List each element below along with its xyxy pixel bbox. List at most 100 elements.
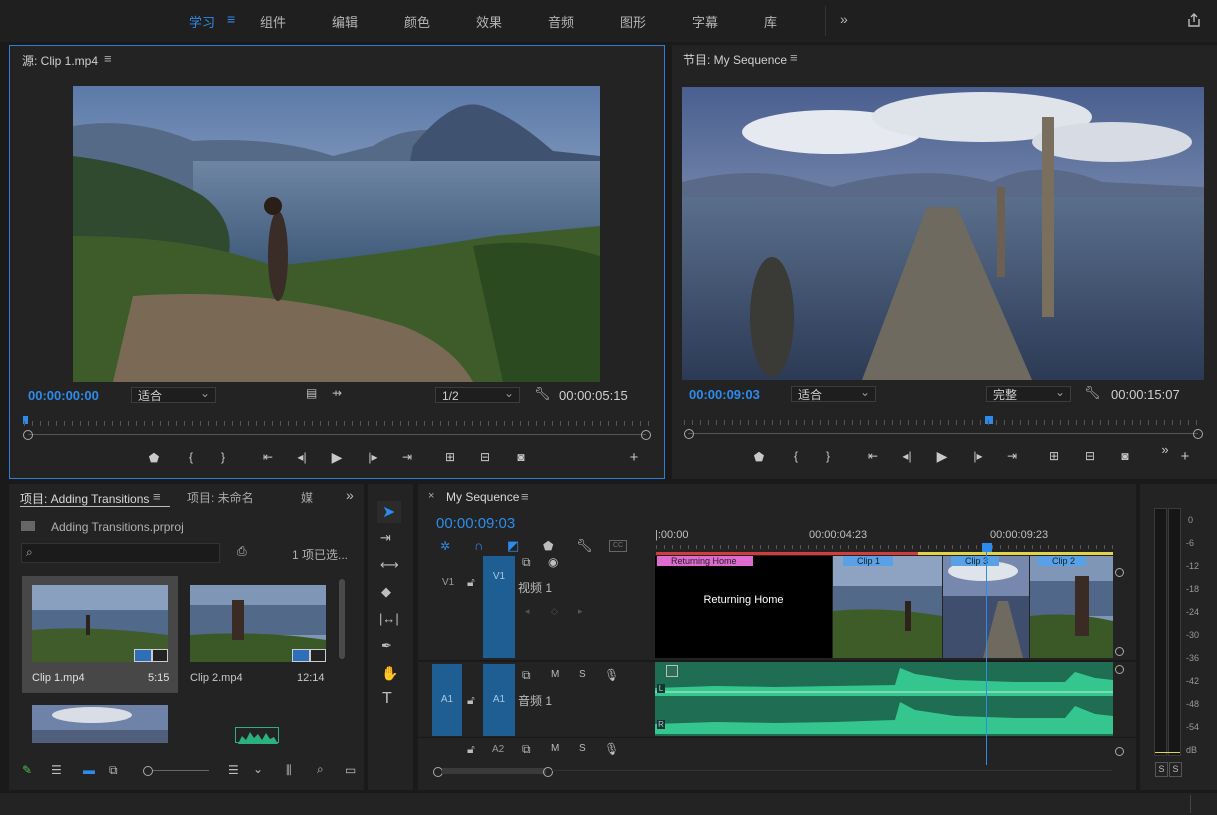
icon-view-icon[interactable]: ▬: [83, 763, 95, 777]
project-search-input[interactable]: ⌕: [21, 543, 220, 563]
wrench-icon[interactable]: 🔧︎: [576, 538, 593, 554]
add-marker-icon[interactable]: ⬟: [750, 450, 768, 464]
workspace-tab-editing[interactable]: 编辑: [332, 12, 358, 31]
scrollbar[interactable]: [339, 579, 345, 659]
slip-tool-icon[interactable]: |↔|: [379, 611, 399, 626]
add-button-icon[interactable]: +: [1176, 448, 1194, 465]
zoom-slider-handle[interactable]: [143, 766, 153, 776]
play-icon[interactable]: ▶: [328, 449, 346, 466]
vertical-zoom-handle[interactable]: [1115, 647, 1124, 656]
mark-in-icon[interactable]: {: [182, 450, 200, 464]
step-back-icon[interactable]: ◂|: [898, 449, 916, 463]
lock-icon[interactable]: 🔓︎: [467, 742, 475, 757]
track-v1-source-label[interactable]: V1: [442, 577, 454, 588]
timeline-zoom-bar[interactable]: [442, 768, 546, 774]
find-icon[interactable]: ⎙: [237, 544, 247, 559]
source-tab[interactable]: 源: Clip 1.mp4: [22, 52, 98, 69]
extract-icon[interactable]: ⊟: [1081, 449, 1099, 463]
freeform-view-icon[interactable]: ⧉: [109, 763, 118, 778]
audio-waveform-thumbnail[interactable]: [235, 727, 279, 744]
close-icon[interactable]: ×: [428, 490, 434, 502]
pencil-icon[interactable]: ✎: [22, 763, 32, 777]
workspace-tab-effects[interactable]: 效果: [476, 12, 502, 31]
panel-menu-icon[interactable]: ≡: [521, 489, 529, 504]
program-playhead-timecode[interactable]: 00:00:09:03: [689, 387, 760, 402]
program-zoom-bar[interactable]: [688, 433, 1198, 434]
panel-menu-icon[interactable]: ≡: [153, 489, 161, 504]
captions-icon[interactable]: CC: [609, 540, 627, 552]
zoom-handle-left[interactable]: [684, 429, 694, 439]
mark-in-icon[interactable]: {: [787, 449, 805, 463]
clip-returning-home[interactable]: Returning Home Returning Home: [655, 556, 832, 658]
wrench-icon[interactable]: 🔧︎: [1084, 385, 1101, 401]
add-marker-icon[interactable]: ⬟: [145, 451, 163, 465]
project-tab-unnamed[interactable]: 项目: 未命名: [187, 489, 254, 506]
zoom-slider[interactable]: [153, 770, 209, 771]
project-item-clip1[interactable]: Clip 1.mp4 5:15: [22, 576, 178, 693]
next-keyframe-icon[interactable]: ▸: [578, 606, 583, 617]
project-tab-active[interactable]: 项目: Adding Transitions: [20, 490, 149, 507]
zoom-handle-right[interactable]: [641, 430, 651, 440]
solo-button[interactable]: S: [579, 743, 586, 754]
workspace-tab-audio[interactable]: 音频: [548, 12, 574, 31]
track-a2-label[interactable]: A2: [492, 744, 504, 755]
workspace-tab-assembly[interactable]: 组件: [260, 12, 286, 31]
solo-button[interactable]: S: [579, 669, 586, 680]
vertical-zoom-handle[interactable]: [1115, 747, 1124, 756]
hamburger-icon[interactable]: ≡: [227, 11, 235, 27]
microphone-icon[interactable]: 🎙︎: [604, 742, 619, 756]
pen-tool-icon[interactable]: ✒: [381, 638, 392, 654]
clip-2[interactable]: Clip 2: [1030, 556, 1113, 658]
source-fit-dropdown[interactable]: 适合: [131, 385, 216, 403]
source-playhead-timecode[interactable]: 00:00:00:00: [28, 388, 99, 403]
camera-icon[interactable]: ◙: [512, 450, 530, 464]
timeline-ruler[interactable]: [656, 545, 1113, 549]
timeline-playhead-line[interactable]: [986, 550, 987, 765]
mute-button[interactable]: M: [551, 743, 559, 754]
wrench-icon[interactable]: 🔧︎: [534, 386, 551, 402]
sort-icon[interactable]: ☰: [228, 763, 239, 777]
workspace-tab-color[interactable]: 颜色: [404, 12, 430, 31]
insert-icon[interactable]: ⊞: [441, 450, 459, 464]
camera-icon[interactable]: ◙: [1116, 449, 1134, 463]
go-to-in-icon[interactable]: ⇤: [259, 450, 277, 464]
source-zoom-bar[interactable]: [28, 434, 646, 435]
track-select-tool-icon[interactable]: ⇥: [380, 530, 391, 546]
hand-tool-icon[interactable]: ✋: [381, 665, 398, 682]
play-icon[interactable]: ▶: [933, 448, 951, 465]
sync-lock-icon[interactable]: ⧉: [522, 555, 531, 570]
step-forward-icon[interactable]: |▸: [969, 449, 987, 463]
overwrite-icon[interactable]: ⊟: [476, 450, 494, 464]
share-icon[interactable]: [1186, 12, 1200, 27]
double-chevron-icon[interactable]: »: [1156, 442, 1174, 457]
source-resolution-dropdown[interactable]: 1/2: [435, 385, 520, 403]
sequence-tab[interactable]: My Sequence: [446, 490, 519, 504]
track-a1-target[interactable]: A1: [483, 664, 515, 736]
lock-icon[interactable]: 🔓︎: [467, 693, 475, 708]
eye-icon[interactable]: ◉: [548, 555, 558, 569]
mark-out-icon[interactable]: }: [214, 450, 232, 464]
vertical-zoom-handle[interactable]: [1115, 665, 1124, 674]
program-tab[interactable]: 节目: My Sequence: [683, 51, 787, 68]
go-to-out-icon[interactable]: ⇥: [1003, 449, 1021, 463]
program-time-ruler[interactable]: [684, 420, 1202, 425]
source-video-frame[interactable]: [73, 86, 600, 382]
zoom-handle-right[interactable]: [1193, 429, 1203, 439]
program-video-frame[interactable]: [682, 87, 1204, 380]
add-marker-icon[interactable]: ⬟: [543, 539, 553, 553]
project-item-clip3-thumbnail[interactable]: [32, 705, 168, 743]
workspace-tab-graphics[interactable]: 图形: [620, 12, 646, 31]
media-browser-tab[interactable]: 媒: [301, 489, 313, 506]
sync-lock-icon[interactable]: ⧉: [522, 668, 531, 683]
prev-keyframe-icon[interactable]: ◂: [525, 606, 530, 617]
add-button-icon[interactable]: +: [625, 449, 643, 466]
go-to-out-icon[interactable]: ⇥: [398, 450, 416, 464]
selection-tool-icon[interactable]: ➤: [382, 502, 395, 522]
snap-magnet-icon[interactable]: ∩: [474, 538, 483, 553]
razor-tool-icon[interactable]: ◆: [381, 584, 391, 600]
track-a1-source[interactable]: A1: [432, 664, 462, 736]
go-to-in-icon[interactable]: ⇤: [864, 449, 882, 463]
nest-icon[interactable]: ✲: [440, 539, 450, 553]
program-fit-dropdown[interactable]: 适合: [791, 384, 876, 402]
zoom-handle-left[interactable]: [23, 430, 33, 440]
